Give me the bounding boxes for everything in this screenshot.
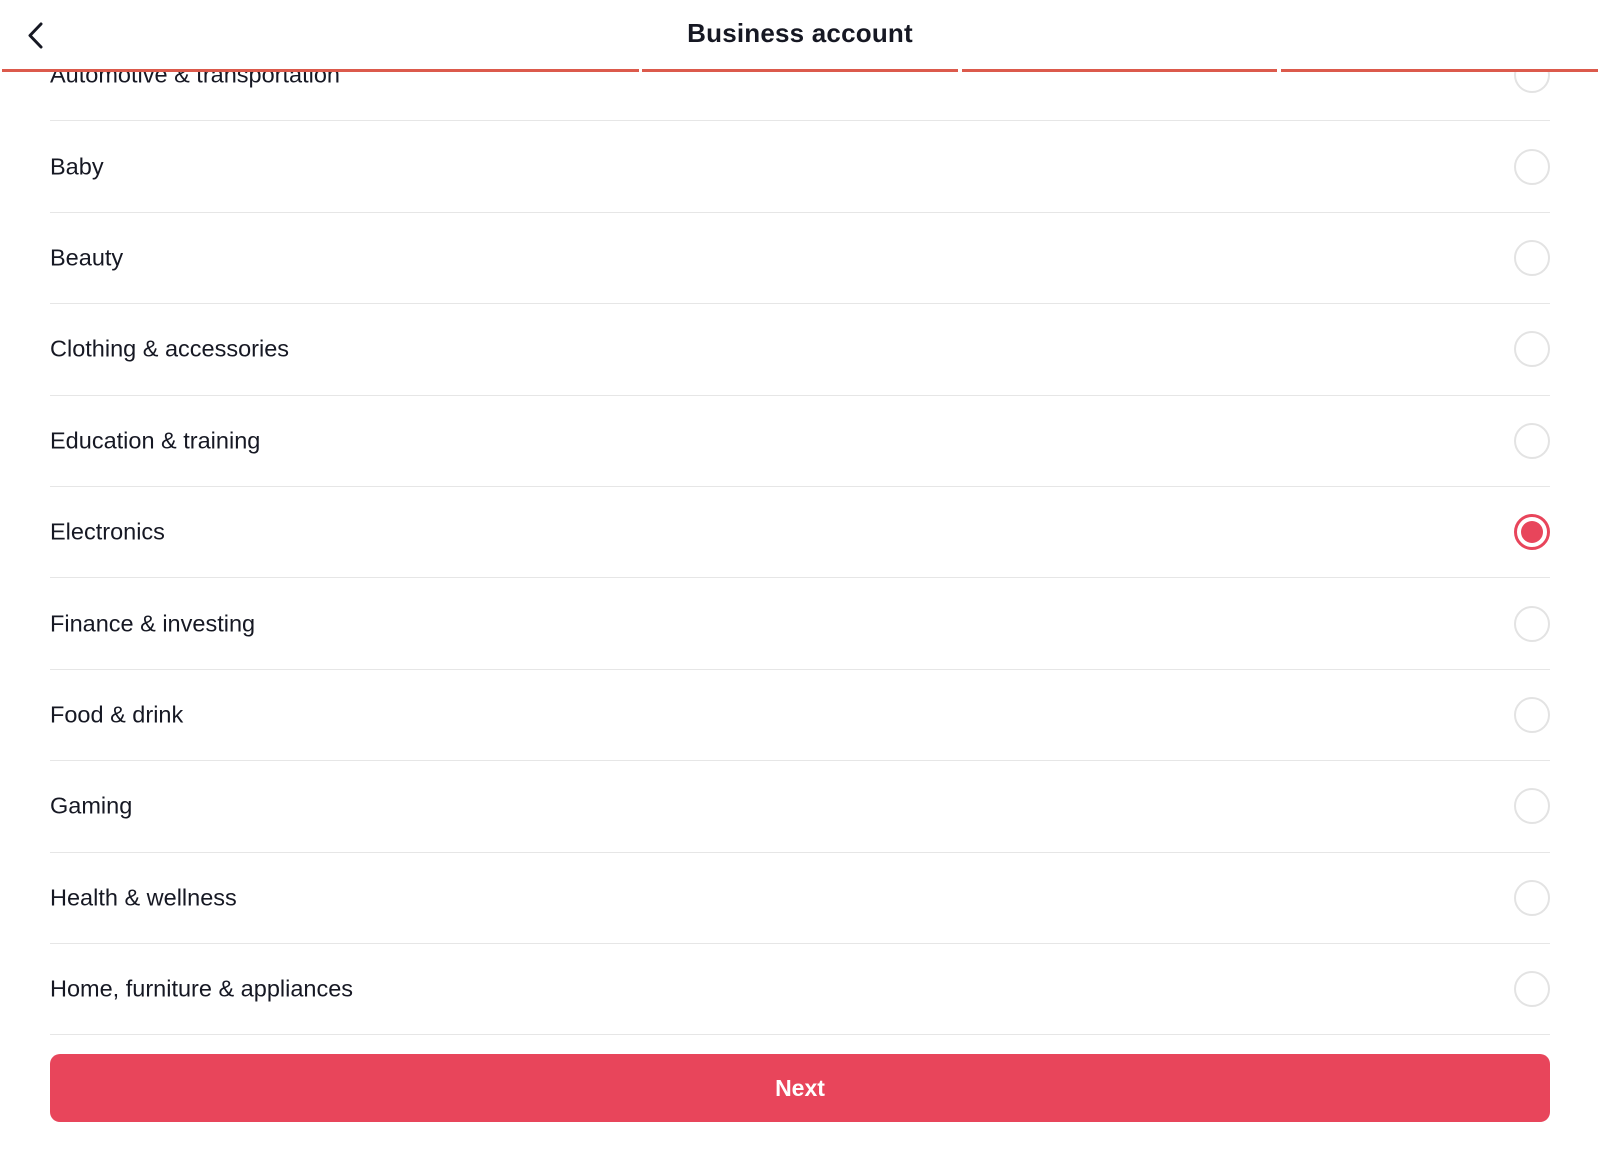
category-option[interactable]: Health & wellness xyxy=(50,853,1550,944)
progress-step-2 xyxy=(642,69,958,72)
radio-unselected[interactable] xyxy=(1514,148,1550,185)
page-title: Business account xyxy=(687,18,913,48)
category-label: Finance & investing xyxy=(50,610,256,637)
progress-step-1 xyxy=(2,69,639,72)
next-button[interactable]: Next xyxy=(50,1054,1550,1122)
category-option[interactable]: Clothing & accessories xyxy=(50,304,1550,396)
radio-unselected[interactable] xyxy=(1514,422,1550,459)
category-label: Gaming xyxy=(50,792,133,819)
category-label: Baby xyxy=(50,153,104,180)
radio-unselected[interactable] xyxy=(1514,331,1550,368)
category-option[interactable]: Finance & investing xyxy=(50,578,1550,670)
category-label: Health & wellness xyxy=(50,884,237,911)
header: Business account xyxy=(0,0,1600,70)
category-option[interactable]: Home, furniture & appliances xyxy=(50,944,1550,1036)
category-list: Automotive & transportation Baby Beauty Clo… xyxy=(50,30,1550,1036)
category-label: Education & training xyxy=(50,427,261,454)
category-option[interactable]: Electronics xyxy=(50,487,1550,579)
category-label: Electronics xyxy=(50,518,165,545)
category-option[interactable]: Education & training xyxy=(50,396,1550,487)
category-option[interactable]: Food & drink xyxy=(50,670,1550,762)
category-label: Clothing & accessories xyxy=(50,335,290,362)
category-option[interactable]: Gaming xyxy=(50,761,1550,853)
category-label: Beauty xyxy=(50,244,124,271)
radio-unselected[interactable] xyxy=(1514,605,1550,642)
progress-bar xyxy=(0,69,1600,73)
radio-unselected[interactable] xyxy=(1514,971,1550,1008)
radio-unselected[interactable] xyxy=(1514,879,1550,916)
category-option[interactable]: Baby xyxy=(50,121,1550,213)
category-label: Food & drink xyxy=(50,701,184,728)
radio-unselected[interactable] xyxy=(1514,788,1550,825)
radio-unselected[interactable] xyxy=(1514,239,1550,276)
category-option[interactable]: Beauty xyxy=(50,213,1550,305)
radio-unselected[interactable] xyxy=(1514,696,1550,733)
category-label: Home, furniture & appliances xyxy=(50,975,354,1002)
radio-selected[interactable] xyxy=(1514,514,1550,551)
progress-step-3 xyxy=(962,69,1277,72)
progress-step-4 xyxy=(1281,69,1598,72)
